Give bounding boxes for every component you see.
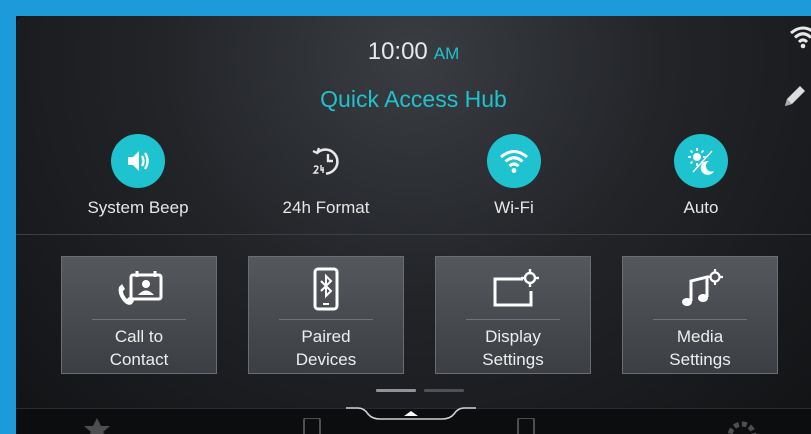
tile-call-to-contact[interactable]: Call to Contact <box>61 256 217 374</box>
clock-time: 10:00 <box>367 38 428 65</box>
wifi-status-icon <box>789 24 811 55</box>
tile-paired-devices[interactable]: Paired Devices <box>248 256 404 374</box>
tile-label-line2: Settings <box>669 350 731 369</box>
tile-separator <box>653 319 747 320</box>
clock-ampm: AM <box>433 44 460 63</box>
display-settings-icon <box>436 267 590 316</box>
tile-label-line2: Settings <box>482 350 544 369</box>
phone-contact-icon <box>62 267 216 316</box>
section-divider <box>16 234 811 235</box>
toggle-label: Wi-Fi <box>494 198 534 217</box>
gear-icon[interactable] <box>724 418 760 434</box>
tile-label: Media Settings <box>623 325 777 371</box>
toggle-auto-brightness[interactable]: Auto <box>621 134 781 218</box>
bluetooth-phone-icon <box>249 267 403 316</box>
music-settings-icon <box>623 267 777 316</box>
brightness-auto-icon <box>674 134 728 188</box>
toggle-label: 24h Format <box>282 198 370 217</box>
speaker-icon <box>111 134 165 188</box>
bottom-dock <box>16 396 811 434</box>
tile-label-line1: Display <box>485 327 541 346</box>
dock-pull-handle[interactable] <box>346 396 476 425</box>
wifi-icon <box>487 134 541 188</box>
bluetooth-phone-icon[interactable] <box>302 417 322 434</box>
status-clock: 10:00 AM <box>16 38 811 66</box>
tile-media-settings[interactable]: Media Settings <box>622 256 778 374</box>
tile-label-line1: Call to <box>114 327 164 346</box>
tile-label: Call to Contact <box>62 325 216 371</box>
toggle-label: Auto <box>683 198 719 217</box>
tile-label-line1: Paired <box>301 327 351 346</box>
tile-separator <box>466 319 560 320</box>
toggle-24h-format[interactable]: 24h Format <box>246 134 406 218</box>
clock-24-icon <box>299 134 353 188</box>
toggle-label: System Beep <box>87 198 189 217</box>
star-icon[interactable] <box>82 418 112 434</box>
tile-separator <box>279 319 373 320</box>
tile-label-line1: Media <box>676 327 724 346</box>
toggle-wifi[interactable]: Wi-Fi <box>434 134 594 218</box>
tile-label: Display Settings <box>436 325 590 371</box>
page-indicator-2[interactable] <box>424 389 464 392</box>
page-indicator-1[interactable] <box>376 389 416 392</box>
tile-label-line2: Devices <box>295 350 357 369</box>
tile-display-settings[interactable]: Display Settings <box>435 256 591 374</box>
page-title: Quick Access Hub <box>320 86 507 112</box>
usb-phone-icon[interactable] <box>516 417 536 434</box>
window-frame-top <box>0 0 811 16</box>
tile-separator <box>92 319 186 320</box>
quick-access-panel: 10:00 AM Quick Access Hub System Beep 24… <box>16 16 811 434</box>
tile-label-line2: Contact <box>109 350 169 369</box>
toggle-system-beep[interactable]: System Beep <box>58 134 218 218</box>
window-frame-left <box>0 0 16 434</box>
tile-label: Paired Devices <box>249 325 403 371</box>
